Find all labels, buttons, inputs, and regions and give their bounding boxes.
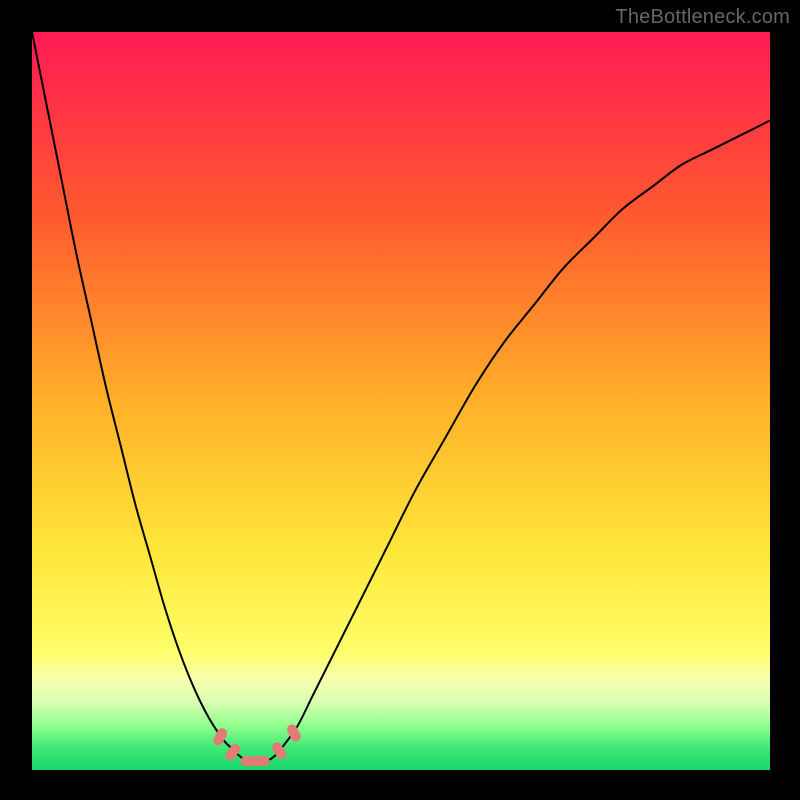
gradient-background	[32, 32, 770, 770]
watermark-text: TheBottleneck.com	[615, 6, 790, 29]
highlight-pill	[252, 756, 270, 766]
chart-svg	[32, 32, 770, 770]
chart-frame: TheBottleneck.com	[0, 0, 800, 800]
plot-area	[32, 32, 770, 770]
